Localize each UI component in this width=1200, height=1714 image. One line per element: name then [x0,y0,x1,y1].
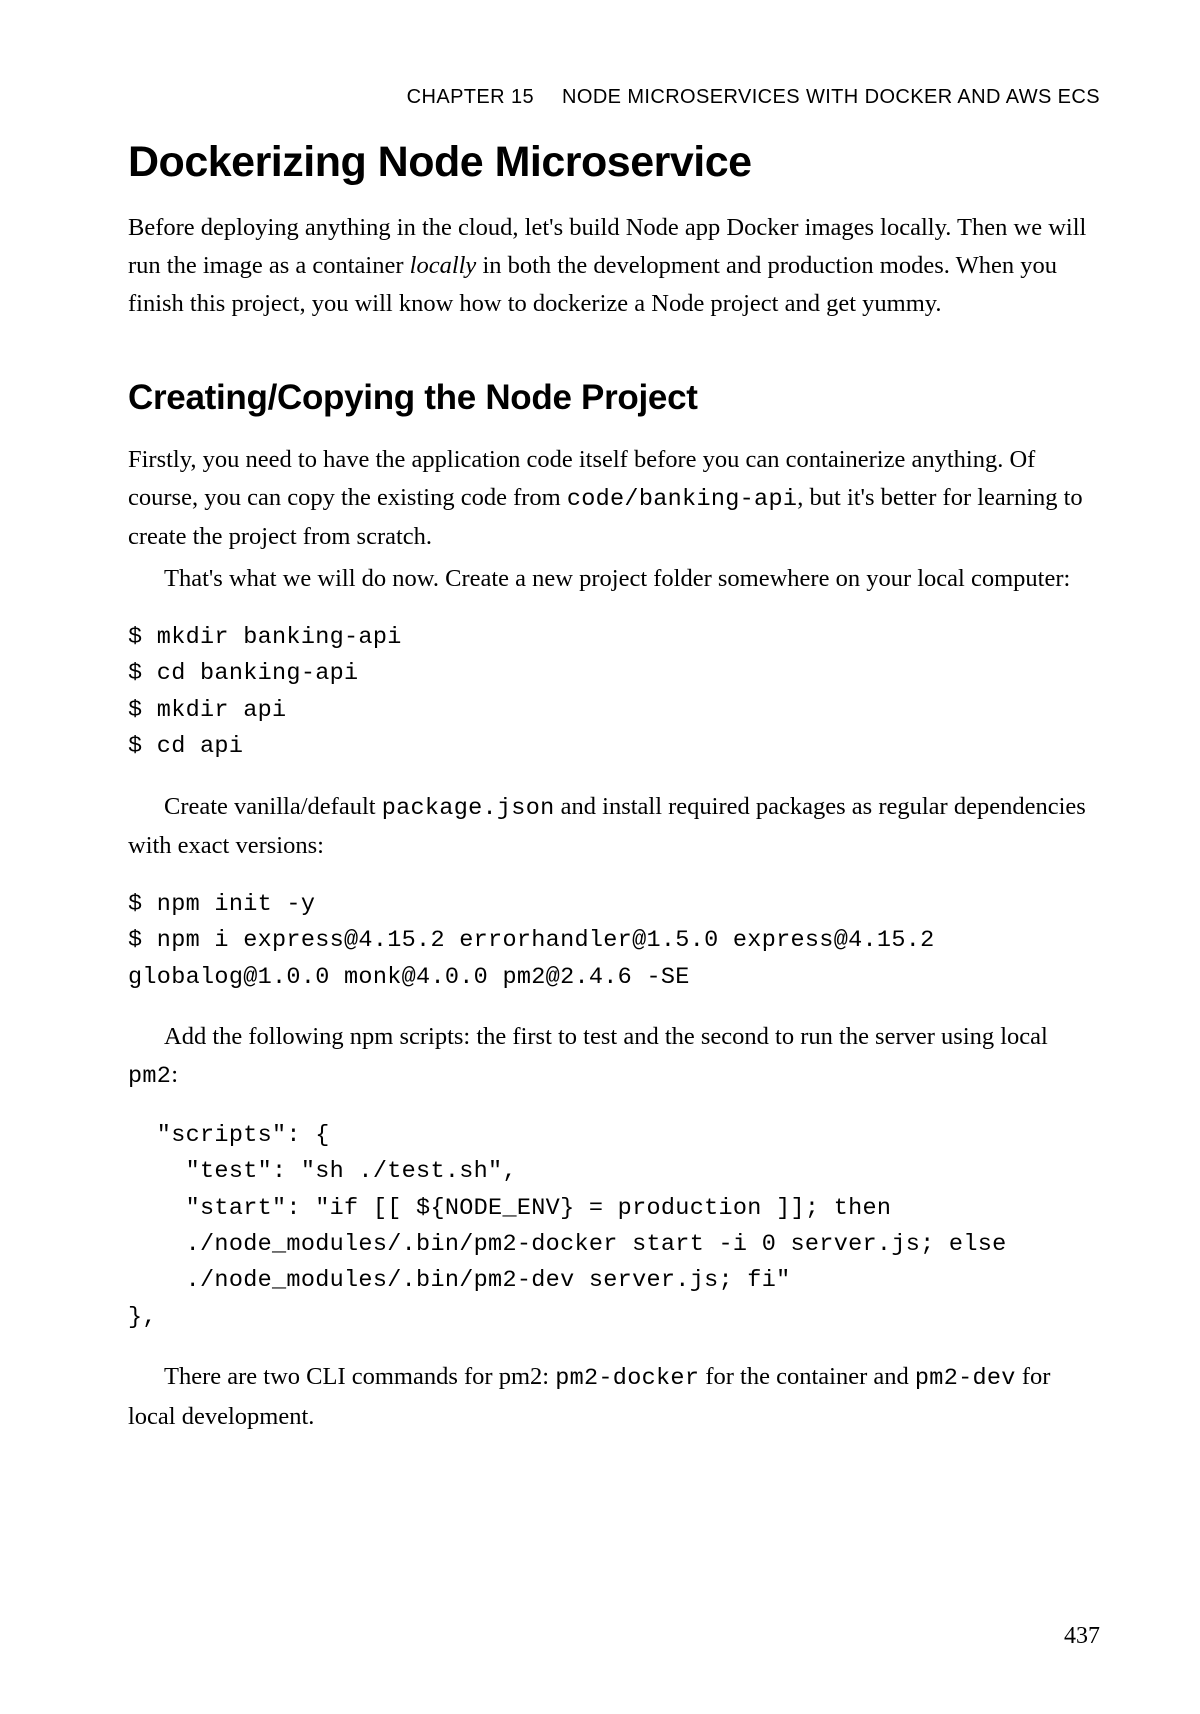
text: There are two CLI commands for pm2: [164,1363,555,1390]
paragraph: Firstly, you need to have the applicatio… [128,441,1100,556]
inline-code: pm2-dev [915,1365,1016,1392]
paragraph: Add the following npm scripts: the first… [128,1018,1100,1095]
text: That's what we will do now. Create a new… [164,565,1070,592]
code-block: $ npm init -y $ npm i express@4.15.2 err… [128,887,1100,996]
text: for the container and [699,1363,915,1390]
text: Create vanilla/default [164,793,382,820]
inline-code: pm2-docker [555,1365,699,1392]
chapter-title: NODE MICROSERVICES WITH DOCKER AND AWS E… [562,86,1100,108]
code-line: "test": "sh ./test.sh", [128,1158,517,1185]
inline-code: package.json [382,795,555,822]
paragraph: Create vanilla/default package.json and … [128,788,1100,865]
chapter-number: CHAPTER 15 [407,86,534,108]
text: Add the following npm scripts: the first… [164,1023,1048,1050]
paragraph: That's what we will do now. Create a new… [128,560,1100,598]
subsection-heading: Creating/Copying the Node Project [128,377,1100,418]
paragraph: Before deploying anything in the cloud, … [128,209,1100,323]
code-block: "scripts": { "test": "sh ./test.sh", "st… [128,1118,1100,1337]
code-line: ./node_modules/.bin/pm2-dev server.js; f… [128,1267,791,1294]
inline-code: code/banking-api [567,486,797,513]
section-heading: Dockerizing Node Microservice [128,138,1100,187]
code-line: ./node_modules/.bin/pm2-docker start -i … [128,1231,1021,1258]
emphasis: locally [410,252,477,279]
paragraph: There are two CLI commands for pm2: pm2-… [128,1358,1100,1435]
code-line: "scripts": { [128,1122,330,1149]
inline-code: pm2 [128,1063,171,1090]
running-head: CHAPTER 15 NODE MICROSERVICES WITH DOCKER… [128,82,1100,112]
code-line: "start": "if [[ ${NODE_ENV} = production… [128,1195,906,1222]
text: : [171,1061,178,1088]
page-number: 437 [1064,1618,1100,1654]
code-line: }, [128,1304,157,1331]
code-block: $ mkdir banking-api $ cd banking-api $ m… [128,620,1100,766]
page: CHAPTER 15 NODE MICROSERVICES WITH DOCKER… [0,0,1200,1714]
